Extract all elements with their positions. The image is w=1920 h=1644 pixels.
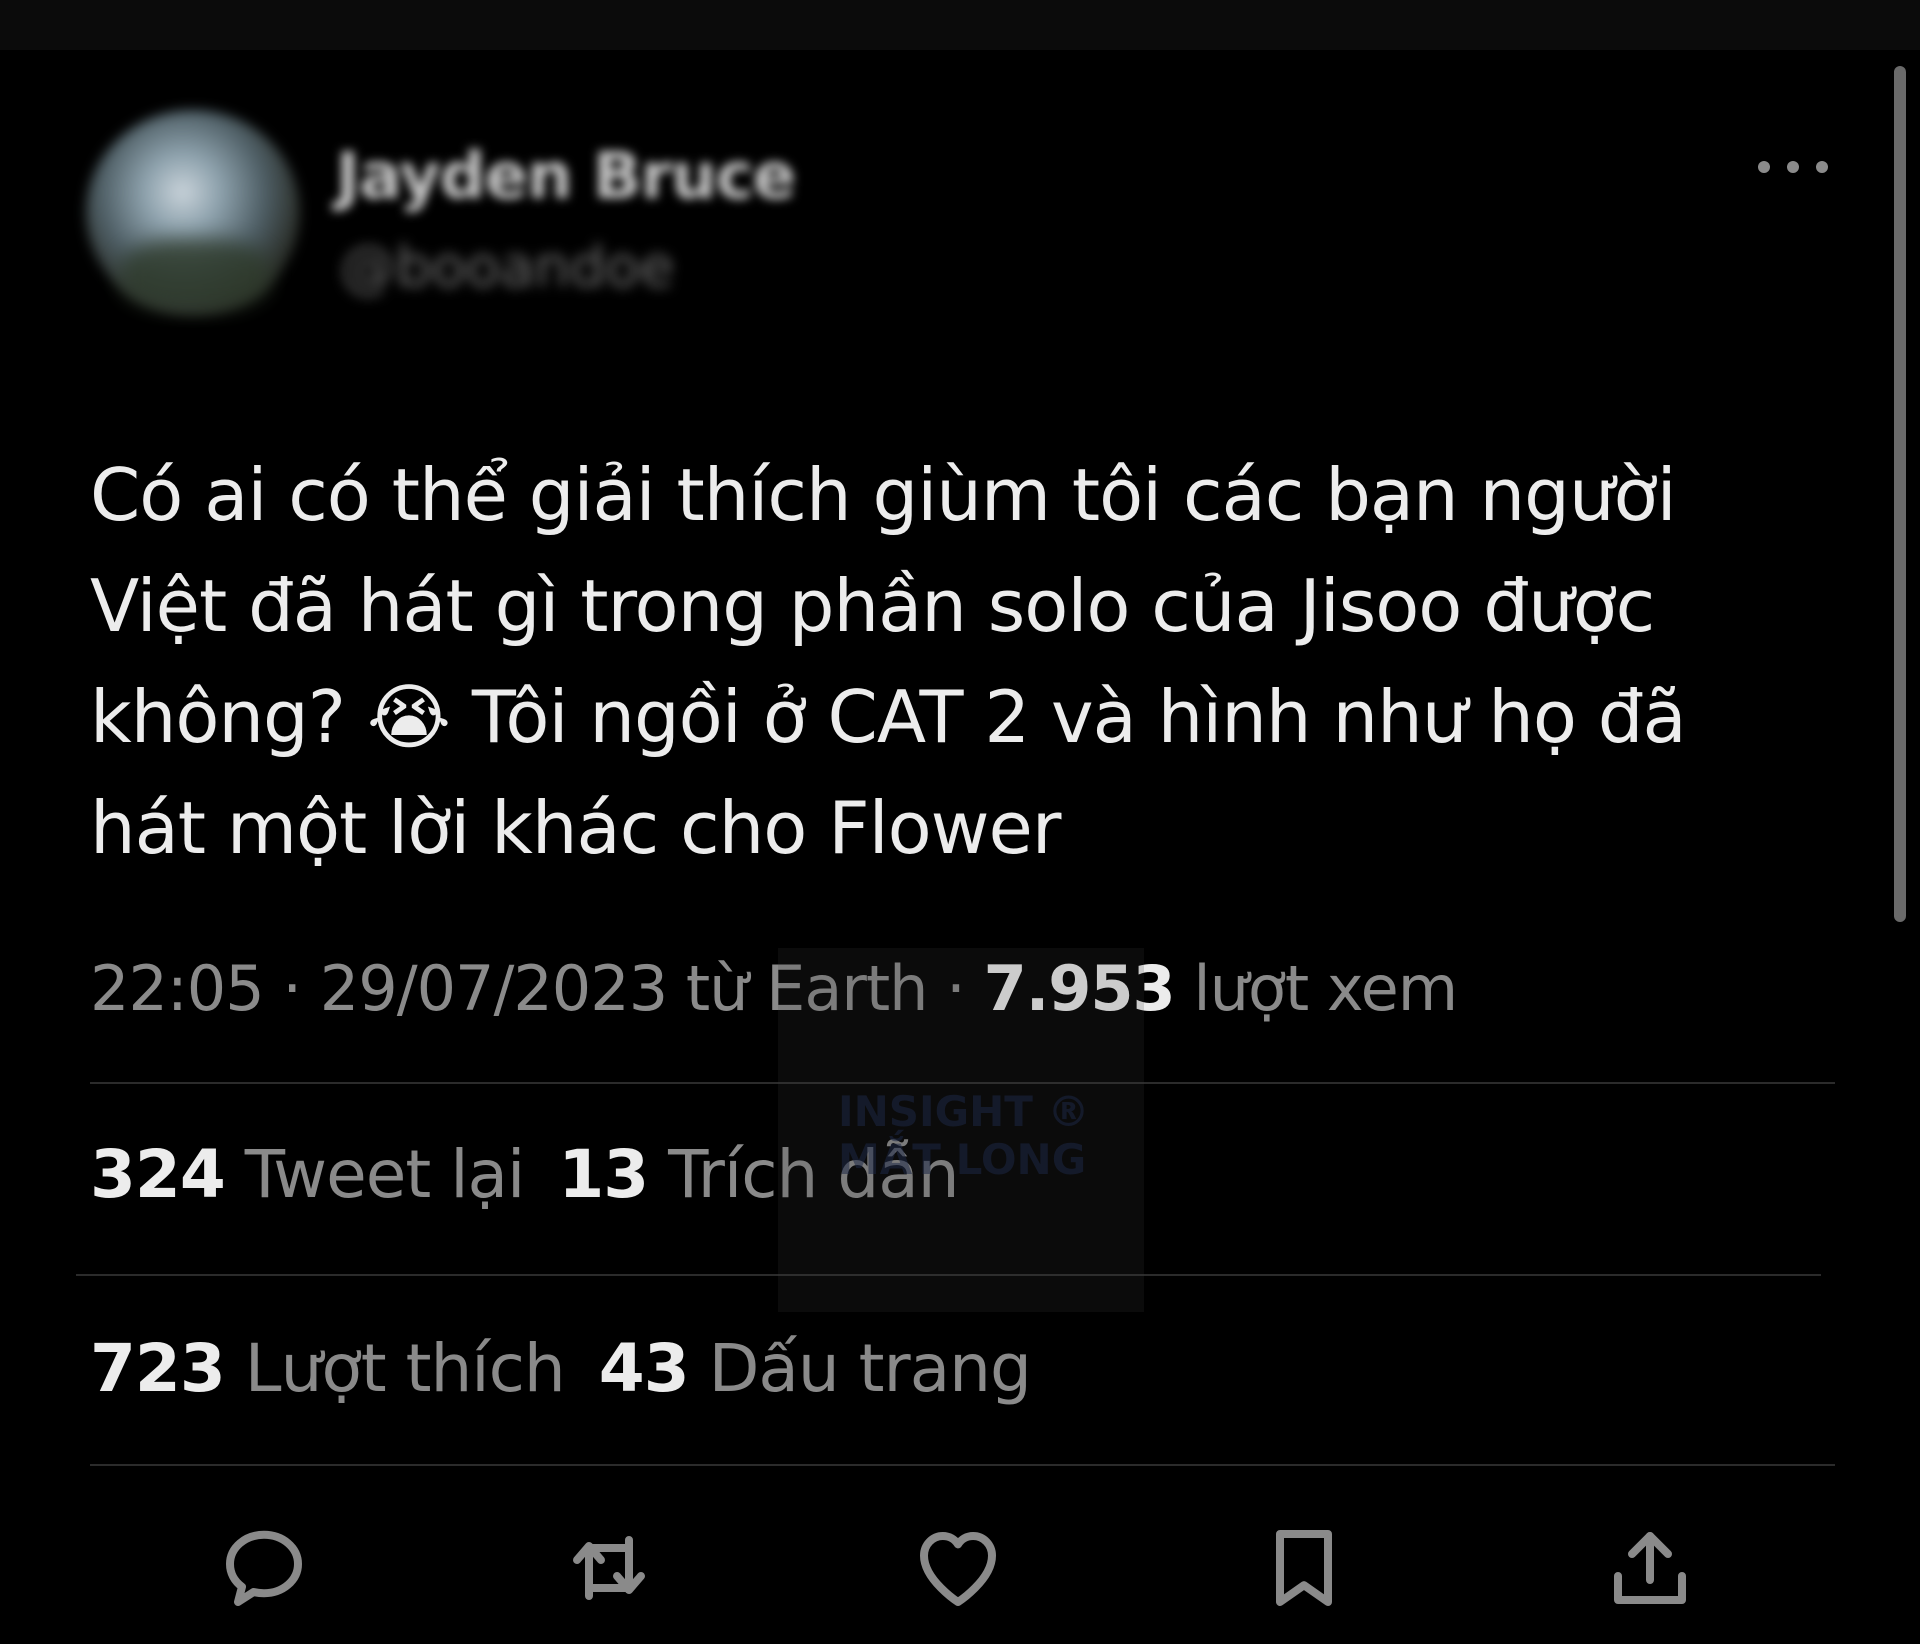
likes-stat[interactable]: 723 Lượt thích [90,1330,566,1407]
divider [90,1464,1835,1466]
avatar-shade [120,240,270,310]
watermark-text: INSIGHT ® MẮT LONG [838,1088,1090,1184]
retweets-label: Tweet lại [224,1136,526,1213]
reply-icon[interactable] [216,1520,312,1616]
watermark-line2: MẮT LONG [838,1135,1087,1184]
bookmarks-stat[interactable]: 43 Dấu trang [598,1330,1032,1407]
retweets-stat[interactable]: 324 Tweet lại [90,1136,526,1213]
bookmark-icon[interactable] [1256,1520,1352,1616]
more-dot [1787,161,1799,173]
more-dot [1758,161,1770,173]
status-bar-strip [0,0,1920,50]
bookmarks-count: 43 [598,1330,690,1407]
watermark-line1: INSIGHT ® [838,1087,1090,1136]
heart-icon[interactable] [910,1520,1006,1616]
likes-count: 723 [90,1330,226,1407]
like-bookmark-stats: 723 Lượt thích 43 Dấu trang [90,1330,1032,1407]
tweet-meta: 22:05 · 29/07/2023 từ Earth · 7.953 lượt… [90,952,1458,1025]
more-options-icon[interactable] [1758,155,1828,179]
scrollbar[interactable] [1894,66,1906,922]
author-handle[interactable]: @booandoe [340,235,674,300]
share-icon[interactable] [1602,1520,1698,1616]
retweets-count: 324 [90,1136,226,1213]
bookmarks-label: Dấu trang [688,1330,1032,1407]
author-display-name[interactable]: Jayden Bruce [336,140,796,214]
watermark: INSIGHT ® MẮT LONG [778,948,1144,1312]
views-label: lượt xem [1174,952,1458,1025]
tweet-text: Có ai có thể giải thích giùm tôi các bạn… [90,453,1687,870]
quotes-count: 13 [558,1136,649,1213]
retweet-icon[interactable] [561,1520,657,1616]
likes-label: Lượt thích [224,1330,566,1407]
more-dot [1816,161,1828,173]
